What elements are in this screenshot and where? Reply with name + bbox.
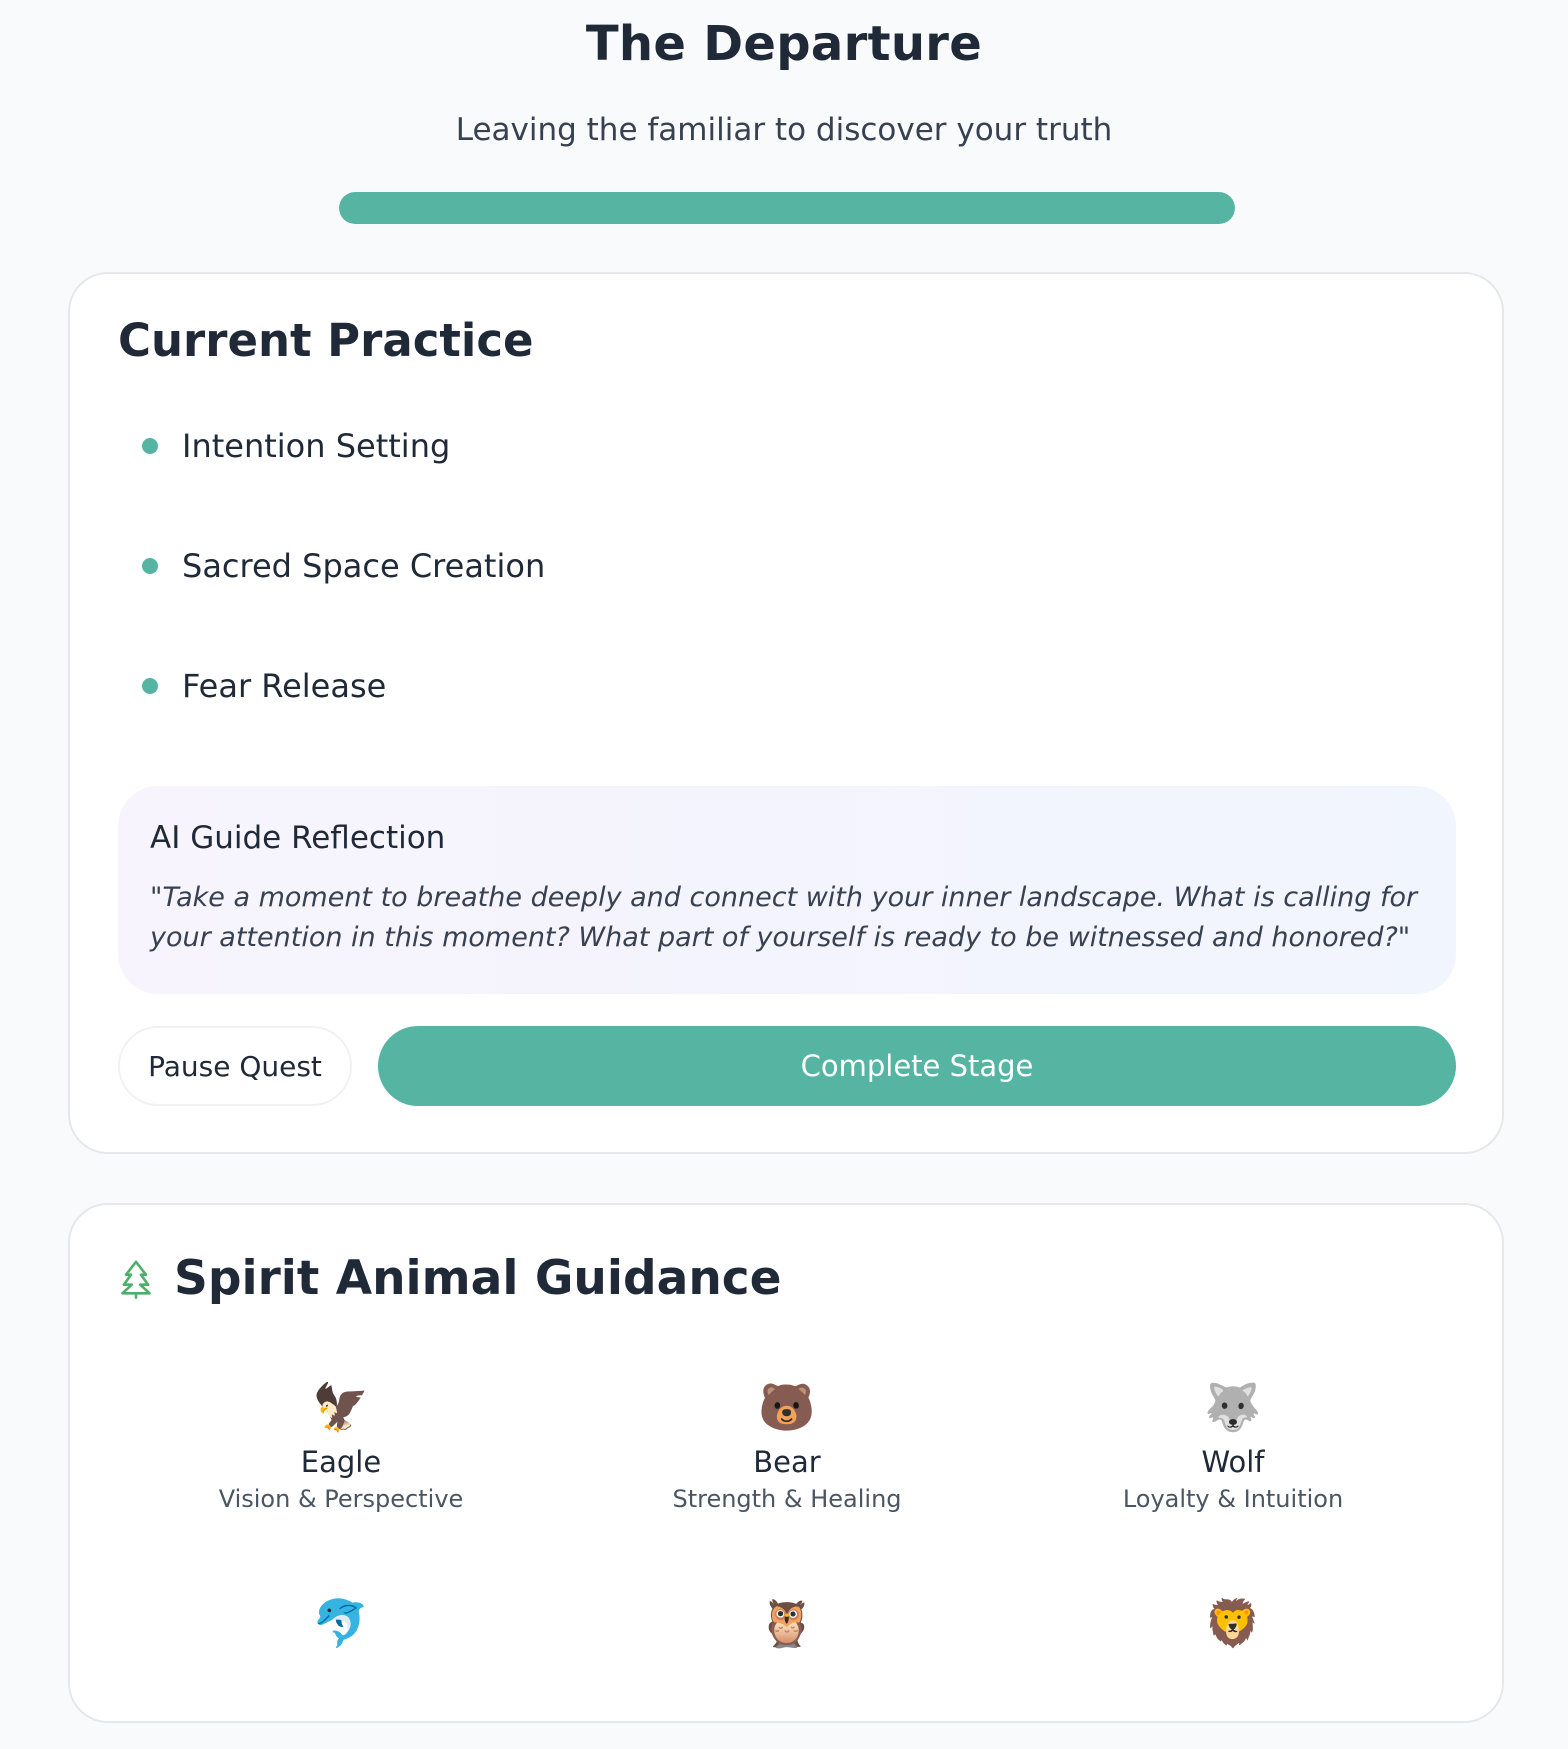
animal-card-dolphin[interactable]: 🐬 (118, 1593, 564, 1749)
practice-item-label: Intention Setting (182, 427, 451, 465)
spirit-animal-heading: Spirit Animal Guidance (174, 1251, 782, 1306)
spirit-animal-card: Spirit Animal Guidance 🦅 Eagle Vision & … (68, 1203, 1504, 1723)
complete-stage-button[interactable]: Complete Stage (378, 1026, 1456, 1106)
animal-card-wolf[interactable]: 🐺 Wolf Loyalty & Intuition (1010, 1377, 1456, 1533)
animal-card-eagle[interactable]: 🦅 Eagle Vision & Perspective (118, 1377, 564, 1533)
spirit-animal-grid: 🦅 Eagle Vision & Perspective 🐻 Bear Stre… (118, 1377, 1456, 1749)
animal-name: Bear (753, 1445, 821, 1479)
practice-item-fear-release: Fear Release (142, 664, 545, 784)
stage-progress-fill (339, 192, 1235, 224)
current-practice-card: Current Practice Intention Setting Sacre… (68, 272, 1504, 1154)
page-subtitle: Leaving the familiar to discover your tr… (455, 112, 1113, 148)
animal-trait: Strength & Healing (672, 1485, 902, 1513)
animal-card-lion[interactable]: 🦁 (1010, 1593, 1456, 1749)
stage-progress-bar (339, 192, 1235, 224)
bullet-dot-icon (142, 558, 158, 574)
practice-list: Intention Setting Sacred Space Creation … (142, 424, 545, 784)
reflection-title: AI Guide Reflection (150, 820, 446, 856)
ai-guide-reflection: AI Guide Reflection "Take a moment to br… (118, 786, 1456, 994)
dolphin-icon: 🐬 (312, 1596, 370, 1650)
current-practice-heading: Current Practice (118, 314, 534, 367)
reflection-text: "Take a moment to breathe deeply and con… (150, 882, 1418, 953)
practice-item-label: Fear Release (182, 667, 387, 705)
practice-item-sacred-space-creation: Sacred Space Creation (142, 544, 545, 664)
animal-trait: Vision & Perspective (218, 1485, 464, 1513)
spirit-animal-header: Spirit Animal Guidance (118, 1251, 782, 1306)
animal-card-bear[interactable]: 🐻 Bear Strength & Healing (564, 1377, 1010, 1533)
bullet-dot-icon (142, 678, 158, 694)
animal-trait: Loyalty & Intuition (1122, 1485, 1344, 1513)
animal-name: Eagle (300, 1445, 382, 1479)
eagle-icon: 🦅 (312, 1380, 370, 1434)
animal-name: Wolf (1201, 1445, 1265, 1479)
wolf-icon: 🐺 (1204, 1380, 1262, 1434)
practice-item-intention-setting: Intention Setting (142, 424, 545, 544)
page-title: The Departure (585, 16, 983, 72)
owl-icon: 🦉 (758, 1596, 816, 1650)
practice-item-label: Sacred Space Creation (182, 547, 546, 585)
animal-card-owl[interactable]: 🦉 (564, 1593, 1010, 1749)
pause-quest-button[interactable]: Pause Quest (118, 1026, 352, 1106)
tree-icon (121, 1260, 151, 1299)
bullet-dot-icon (142, 438, 158, 454)
bear-icon: 🐻 (758, 1380, 816, 1434)
lion-icon: 🦁 (1204, 1596, 1262, 1650)
